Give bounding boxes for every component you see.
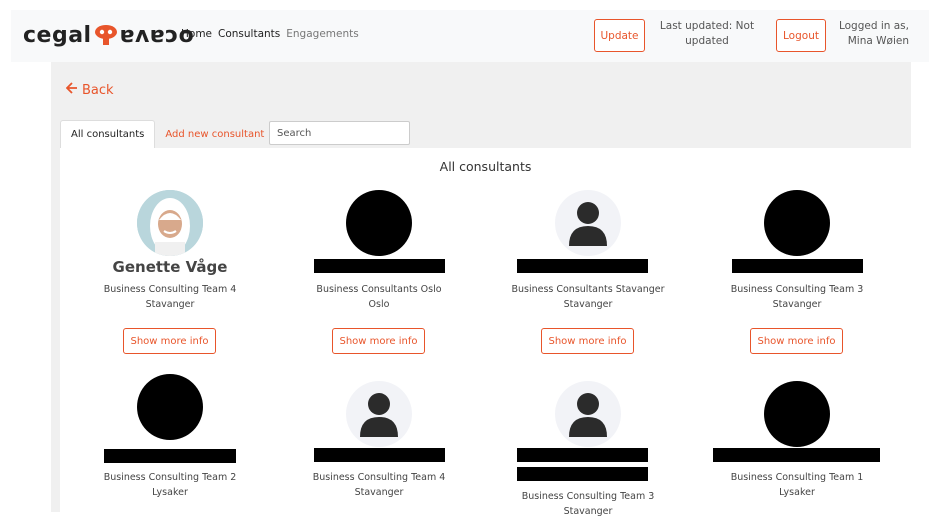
team-location: Stavanger <box>563 299 613 310</box>
cegal-logo[interactable]: cegal ɐʌɐɔo <box>23 21 194 49</box>
consultant-card: Business Consulting Team 2 Lysaker <box>60 372 280 512</box>
consultant-card: Genette Våge Business Consulting Team 4 … <box>60 148 280 358</box>
nav-home[interactable]: Home <box>181 28 212 40</box>
redacted-name <box>314 259 445 273</box>
team-location: Lysaker <box>779 487 815 498</box>
consultant-card: Business Consultants Stavanger Stavanger… <box>478 148 698 358</box>
consultants-panel: All consultants Genette Våge Business Co… <box>60 148 911 517</box>
redacted-avatar <box>346 190 412 256</box>
cegal-mark-icon <box>94 24 118 46</box>
back-link[interactable]: Back <box>65 82 114 98</box>
redacted-avatar <box>764 190 830 256</box>
consultant-card: Business Consulting Team 3 Stavanger Sho… <box>687 148 907 358</box>
consultant-team: Business Consulting Team 4 Stavanger <box>269 470 489 500</box>
show-more-info-button[interactable]: Show more info <box>123 328 216 354</box>
team-location: Lysaker <box>152 487 188 498</box>
team-location: Stavanger <box>772 299 822 310</box>
redacted-name <box>732 259 863 273</box>
show-more-info-button[interactable]: Show more info <box>541 328 634 354</box>
team-name: Business Consultants Oslo <box>316 284 442 295</box>
team-name: Business Consulting Team 1 <box>730 472 864 483</box>
show-more-info-button[interactable]: Show more info <box>332 328 425 354</box>
arrow-left-icon <box>65 82 78 98</box>
logo-text-left: cegal <box>23 22 92 48</box>
redacted-avatar <box>764 381 830 447</box>
consultant-team: Business Consulting Team 1 Lysaker <box>687 470 907 500</box>
consultant-card: Business Consulting Team 1 Lysaker <box>687 372 907 512</box>
nav-engagements[interactable]: Engagements <box>286 28 358 40</box>
team-name: Business Consulting Team 3 <box>730 284 864 295</box>
logged-in-line2: Mina Wøien <box>847 35 909 47</box>
consultant-name: Genette Våge <box>112 258 228 276</box>
team-location: Stavanger <box>354 487 404 498</box>
consultant-team: Business Consulting Team 4 Stavanger <box>60 282 280 312</box>
logged-in-user: Logged in as, Mina Wøien <box>833 19 909 49</box>
tabs: All consultants Add new consultant <box>60 120 274 148</box>
back-label: Back <box>82 82 114 98</box>
consultant-card: Business Consultants Oslo Oslo Show more… <box>269 148 489 358</box>
redacted-name <box>314 448 445 462</box>
redacted-name <box>517 467 648 481</box>
logout-button[interactable]: Logout <box>776 19 826 52</box>
last-updated-line2: updated <box>685 35 729 47</box>
consultant-photo <box>137 190 203 256</box>
default-person-icon <box>346 381 412 447</box>
main-nav: Home Consultants Engagements <box>181 28 359 40</box>
team-location: Oslo <box>368 299 390 310</box>
top-navbar: cegal ɐʌɐɔo Home Consultants Engagements… <box>11 10 929 62</box>
team-name: Business Consultants Stavanger <box>511 284 665 295</box>
team-name: Business Consulting Team 4 <box>312 472 446 483</box>
team-location: Stavanger <box>145 299 195 310</box>
consultant-team: Business Consulting Team 2 Lysaker <box>60 470 280 500</box>
logged-in-line1: Logged in as, <box>838 20 909 32</box>
default-person-icon <box>555 381 621 447</box>
search-input[interactable] <box>269 121 410 145</box>
consultant-team: Business Consulting Team 3 Stavanger <box>478 489 698 519</box>
consultant-team: Business Consultants Stavanger Stavanger <box>478 282 698 312</box>
nav-consultants[interactable]: Consultants <box>218 28 280 40</box>
update-button[interactable]: Update <box>594 19 645 52</box>
team-name: Business Consulting Team 4 <box>103 284 237 295</box>
last-updated-status: Last updated: Not updated <box>659 19 755 49</box>
last-updated-line1: Last updated: Not <box>659 20 755 32</box>
team-name: Business Consulting Team 2 <box>103 472 237 483</box>
consultant-card: Business Consulting Team 4 Stavanger <box>269 372 489 512</box>
redacted-avatar <box>137 374 203 440</box>
redacted-name <box>517 448 648 462</box>
team-name: Business Consulting Team 3 <box>521 491 655 502</box>
consultant-team: Business Consulting Team 3 Stavanger <box>687 282 907 312</box>
default-person-icon <box>555 190 621 256</box>
consultant-team: Business Consultants Oslo Oslo <box>269 282 489 312</box>
redacted-name <box>713 448 880 462</box>
redacted-name <box>104 449 236 463</box>
consultant-card: Business Consulting Team 3 Stavanger <box>478 372 698 517</box>
tab-all-consultants[interactable]: All consultants <box>60 120 156 148</box>
redacted-name <box>517 259 648 273</box>
show-more-info-button[interactable]: Show more info <box>750 328 843 354</box>
tab-add-new-consultant[interactable]: Add new consultant <box>155 120 274 148</box>
